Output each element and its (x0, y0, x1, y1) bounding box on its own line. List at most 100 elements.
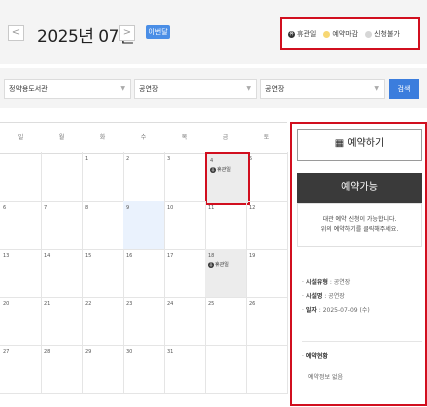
calendar-day-3[interactable]: 3 (164, 152, 206, 202)
closed-icon: 휴 (210, 167, 216, 173)
calendar-day-11[interactable]: 11 (205, 201, 247, 250)
status-note-line2: 위의 예약하기를 클릭해주세요. (320, 226, 399, 233)
calendar-day-14[interactable]: 14 (41, 249, 83, 298)
calendar-day-19[interactable]: 19 (246, 249, 288, 298)
reserve-button[interactable]: ▦ 예약하기 (297, 129, 422, 161)
chevron-down-icon: ▼ (120, 85, 125, 92)
weekday-header: 화 (82, 122, 123, 154)
reservation-status-title: · 예약현황 (302, 353, 328, 360)
reserved-dot-icon (323, 30, 331, 38)
search-button[interactable]: 검색 (389, 79, 419, 99)
reservation-panel: ▦ 예약하기 예약가능 대관 예약 신청이 가능합니다. 위의 예약하기를 클릭… (290, 122, 427, 406)
day-number: 2 (126, 156, 130, 162)
legend-reserved: 예약마감 (323, 29, 358, 39)
day-number: 8 (85, 205, 89, 211)
prev-month-button[interactable]: < (8, 25, 24, 41)
chevron-down-icon: ▼ (246, 85, 251, 92)
day-number: 16 (126, 253, 133, 259)
day-number: 12 (249, 205, 256, 211)
reserve-button-label: 예약하기 (347, 138, 385, 149)
calendar-empty-cell (246, 345, 288, 394)
facility-type-select[interactable]: 공연장 ▼ (134, 79, 257, 99)
calendar-day-12[interactable]: 12 (246, 201, 288, 250)
info-facility-name: · 시설명 : 공연장 (302, 293, 345, 300)
day-number: 7 (44, 205, 48, 211)
calendar-icon: ▦ (334, 138, 345, 149)
day-number: 4 (210, 158, 214, 164)
day-number: 9 (126, 205, 130, 211)
day-number: 14 (44, 253, 51, 259)
calendar-day-26[interactable]: 26 (246, 297, 288, 346)
day-number: 17 (167, 253, 174, 259)
calendar-day-22[interactable]: 22 (82, 297, 124, 346)
calendar-day-15[interactable]: 15 (82, 249, 124, 298)
calendar-day-17[interactable]: 17 (164, 249, 206, 298)
calendar-day-23[interactable]: 23 (123, 297, 165, 346)
weekday-header: 목 (164, 122, 205, 154)
facility-type-select-value: 공연장 (139, 85, 159, 93)
day-number: 22 (85, 301, 92, 307)
calendar-day-5[interactable]: 5 (246, 152, 288, 202)
day-number: 26 (249, 301, 256, 307)
calendar-day-1[interactable]: 1 (82, 152, 124, 202)
day-number: 31 (167, 349, 174, 355)
facility-info: · 시설유형 : 공연장 · 시설명 : 공연장 · 일자 : 2025-07-… (302, 276, 422, 318)
calendar-day-8[interactable]: 8 (82, 201, 124, 250)
weekday-header: 금 (205, 122, 246, 154)
day-number: 24 (167, 301, 174, 307)
info-facility-type: · 시설유형 : 공연장 (302, 279, 351, 286)
library-select[interactable]: 정약용도서관 ▼ (4, 79, 131, 99)
calendar-day-21[interactable]: 21 (41, 297, 83, 346)
day-number: 20 (3, 301, 10, 307)
legend-closed: 휴 휴관일 (288, 29, 316, 39)
next-month-button[interactable]: > (119, 25, 135, 41)
calendar-day-30[interactable]: 30 (123, 345, 165, 394)
calendar-day-9[interactable]: 9 (123, 201, 165, 250)
day-number: 28 (44, 349, 51, 355)
day-number: 10 (167, 205, 174, 211)
calendar-day-16[interactable]: 16 (123, 249, 165, 298)
calendar-day-2[interactable]: 2 (123, 152, 165, 202)
divider (302, 341, 422, 342)
day-number: 30 (126, 349, 133, 355)
calendar-day-13[interactable]: 13 (0, 249, 42, 298)
calendar-day-25[interactable]: 25 (205, 297, 247, 346)
day-number: 21 (44, 301, 51, 307)
this-month-button[interactable]: 이번달 (146, 25, 170, 39)
calendar-day-20[interactable]: 20 (0, 297, 42, 346)
weekday-header: 일 (0, 122, 41, 154)
status-note-box: 대관 예약 신청이 가능합니다. 위의 예약하기를 클릭해주세요. (297, 203, 422, 247)
calendar-day-7[interactable]: 7 (41, 201, 83, 250)
day-number: 23 (126, 301, 133, 307)
calendar-empty-cell (41, 152, 83, 202)
calendar: 일 월 화 수 목 금 토 1 2 3 4 휴 휴관일 5 6 7 8 9 10 11 12 13 14 15 16 17 18 휴 휴… (0, 122, 288, 394)
calendar-day-4[interactable]: 4 휴 휴관일 (205, 152, 250, 205)
calendar-day-28[interactable]: 28 (41, 345, 83, 394)
closed-icon: 휴 (288, 30, 295, 38)
day-number: 3 (167, 156, 171, 162)
closed-day-tag: 휴 휴관일 (210, 167, 231, 173)
day-number: 18 (208, 253, 215, 259)
weekday-header: 토 (246, 122, 287, 154)
calendar-day-10[interactable]: 10 (164, 201, 206, 250)
calendar-day-18[interactable]: 18 휴 휴관일 (205, 249, 247, 298)
facility-select[interactable]: 공연장 ▼ (260, 79, 385, 99)
day-number: 25 (208, 301, 215, 307)
day-number: 5 (249, 156, 253, 162)
day-number: 27 (3, 349, 10, 355)
closed-day-tag: 휴 휴관일 (208, 262, 229, 268)
calendar-day-24[interactable]: 24 (164, 297, 206, 346)
closed-icon: 휴 (208, 262, 214, 268)
weekday-header: 월 (41, 122, 82, 154)
calendar-day-31[interactable]: 31 (164, 345, 206, 394)
library-select-value: 정약용도서관 (9, 85, 48, 93)
legend-closed-label: 휴관일 (297, 30, 317, 38)
day-number: 6 (3, 205, 7, 211)
calendar-day-27[interactable]: 27 (0, 345, 42, 394)
calendar-day-6[interactable]: 6 (0, 201, 42, 250)
legend-unavailable-label: 신청불가 (374, 30, 400, 38)
calendar-day-29[interactable]: 29 (82, 345, 124, 394)
legend-reserved-label: 예약마감 (332, 30, 359, 38)
info-date: · 일자 : 2025-07-09 (수) (302, 307, 370, 314)
day-number: 11 (208, 205, 215, 211)
